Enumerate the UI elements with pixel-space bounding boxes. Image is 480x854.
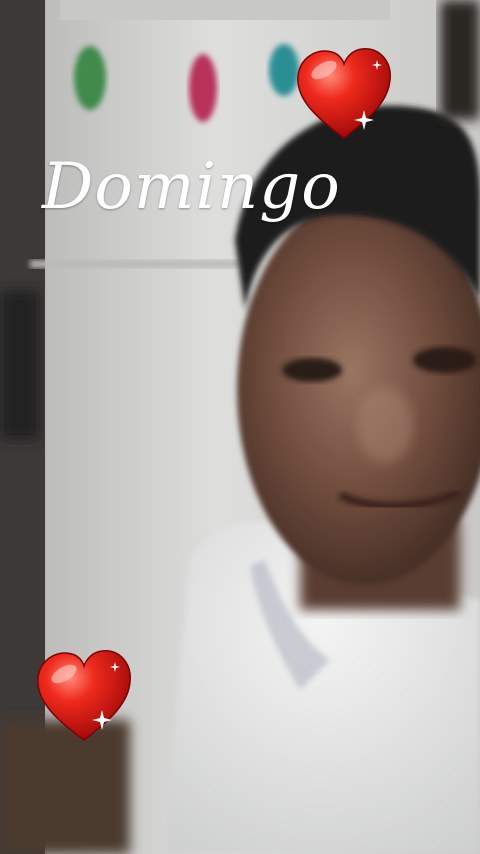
domingo-caption: Domingo [42,150,341,224]
heart-icon [297,48,391,139]
heart-icon [37,650,131,741]
heart-sticker-bottom [37,650,131,741]
heart-sticker-top [297,48,391,139]
photo-frame: Domingo [0,0,480,854]
